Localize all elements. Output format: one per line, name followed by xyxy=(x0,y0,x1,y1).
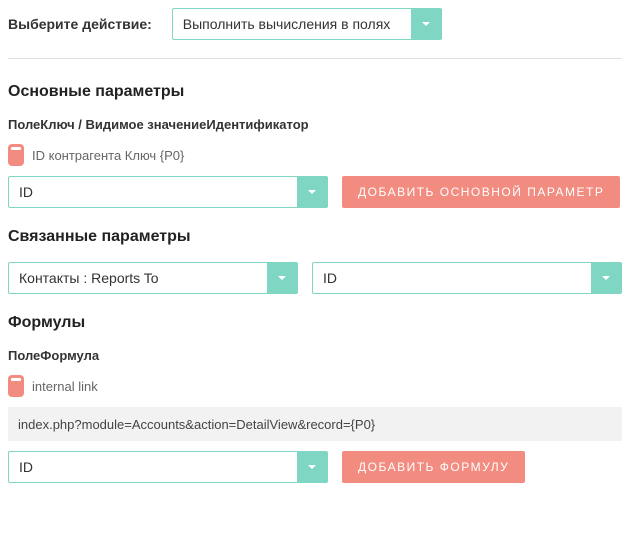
formula-chip-label: internal link xyxy=(32,379,98,394)
action-select[interactable]: Выполнить вычисления в полях xyxy=(172,8,442,40)
add-main-param-button[interactable]: ДОБАВИТЬ ОСНОВНОЙ ПАРАМЕТР xyxy=(342,176,620,208)
formulas-subhead: ПолеФормула xyxy=(8,348,622,363)
main-param-chip-label: ID контрагента Ключ {P0} xyxy=(32,148,184,163)
action-select-value: Выполнить вычисления в полях xyxy=(173,9,411,39)
linked-relation-value: Контакты : Reports To xyxy=(9,263,267,293)
delete-icon[interactable] xyxy=(8,375,24,397)
delete-icon[interactable] xyxy=(8,144,24,166)
linked-field-select[interactable]: ID xyxy=(312,262,622,294)
main-params-heading: Основные параметры xyxy=(8,83,622,101)
main-param-field-value: ID xyxy=(9,177,297,207)
divider xyxy=(8,58,622,59)
formulas-heading: Формулы xyxy=(8,314,622,332)
linked-field-value: ID xyxy=(313,263,591,293)
chevron-down-icon[interactable] xyxy=(411,9,441,39)
choose-action-label: Выберите действие: xyxy=(8,16,152,32)
chevron-down-icon[interactable] xyxy=(297,177,327,207)
formula-expression-value: index.php?module=Accounts&action=DetailV… xyxy=(18,417,375,432)
main-param-field-select[interactable]: ID xyxy=(8,176,328,208)
main-params-subhead: ПолеКлюч / Видимое значениеИдентификатор xyxy=(8,117,622,132)
linked-relation-select[interactable]: Контакты : Reports To xyxy=(8,262,298,294)
add-formula-button[interactable]: ДОБАВИТЬ ФОРМУЛУ xyxy=(342,451,525,483)
chevron-down-icon[interactable] xyxy=(297,452,327,482)
formula-expression-input[interactable]: index.php?module=Accounts&action=DetailV… xyxy=(8,407,622,441)
linked-params-heading: Связанные параметры xyxy=(8,228,622,246)
chevron-down-icon[interactable] xyxy=(591,263,621,293)
chevron-down-icon[interactable] xyxy=(267,263,297,293)
formula-field-select[interactable]: ID xyxy=(8,451,328,483)
formula-field-value: ID xyxy=(9,452,297,482)
